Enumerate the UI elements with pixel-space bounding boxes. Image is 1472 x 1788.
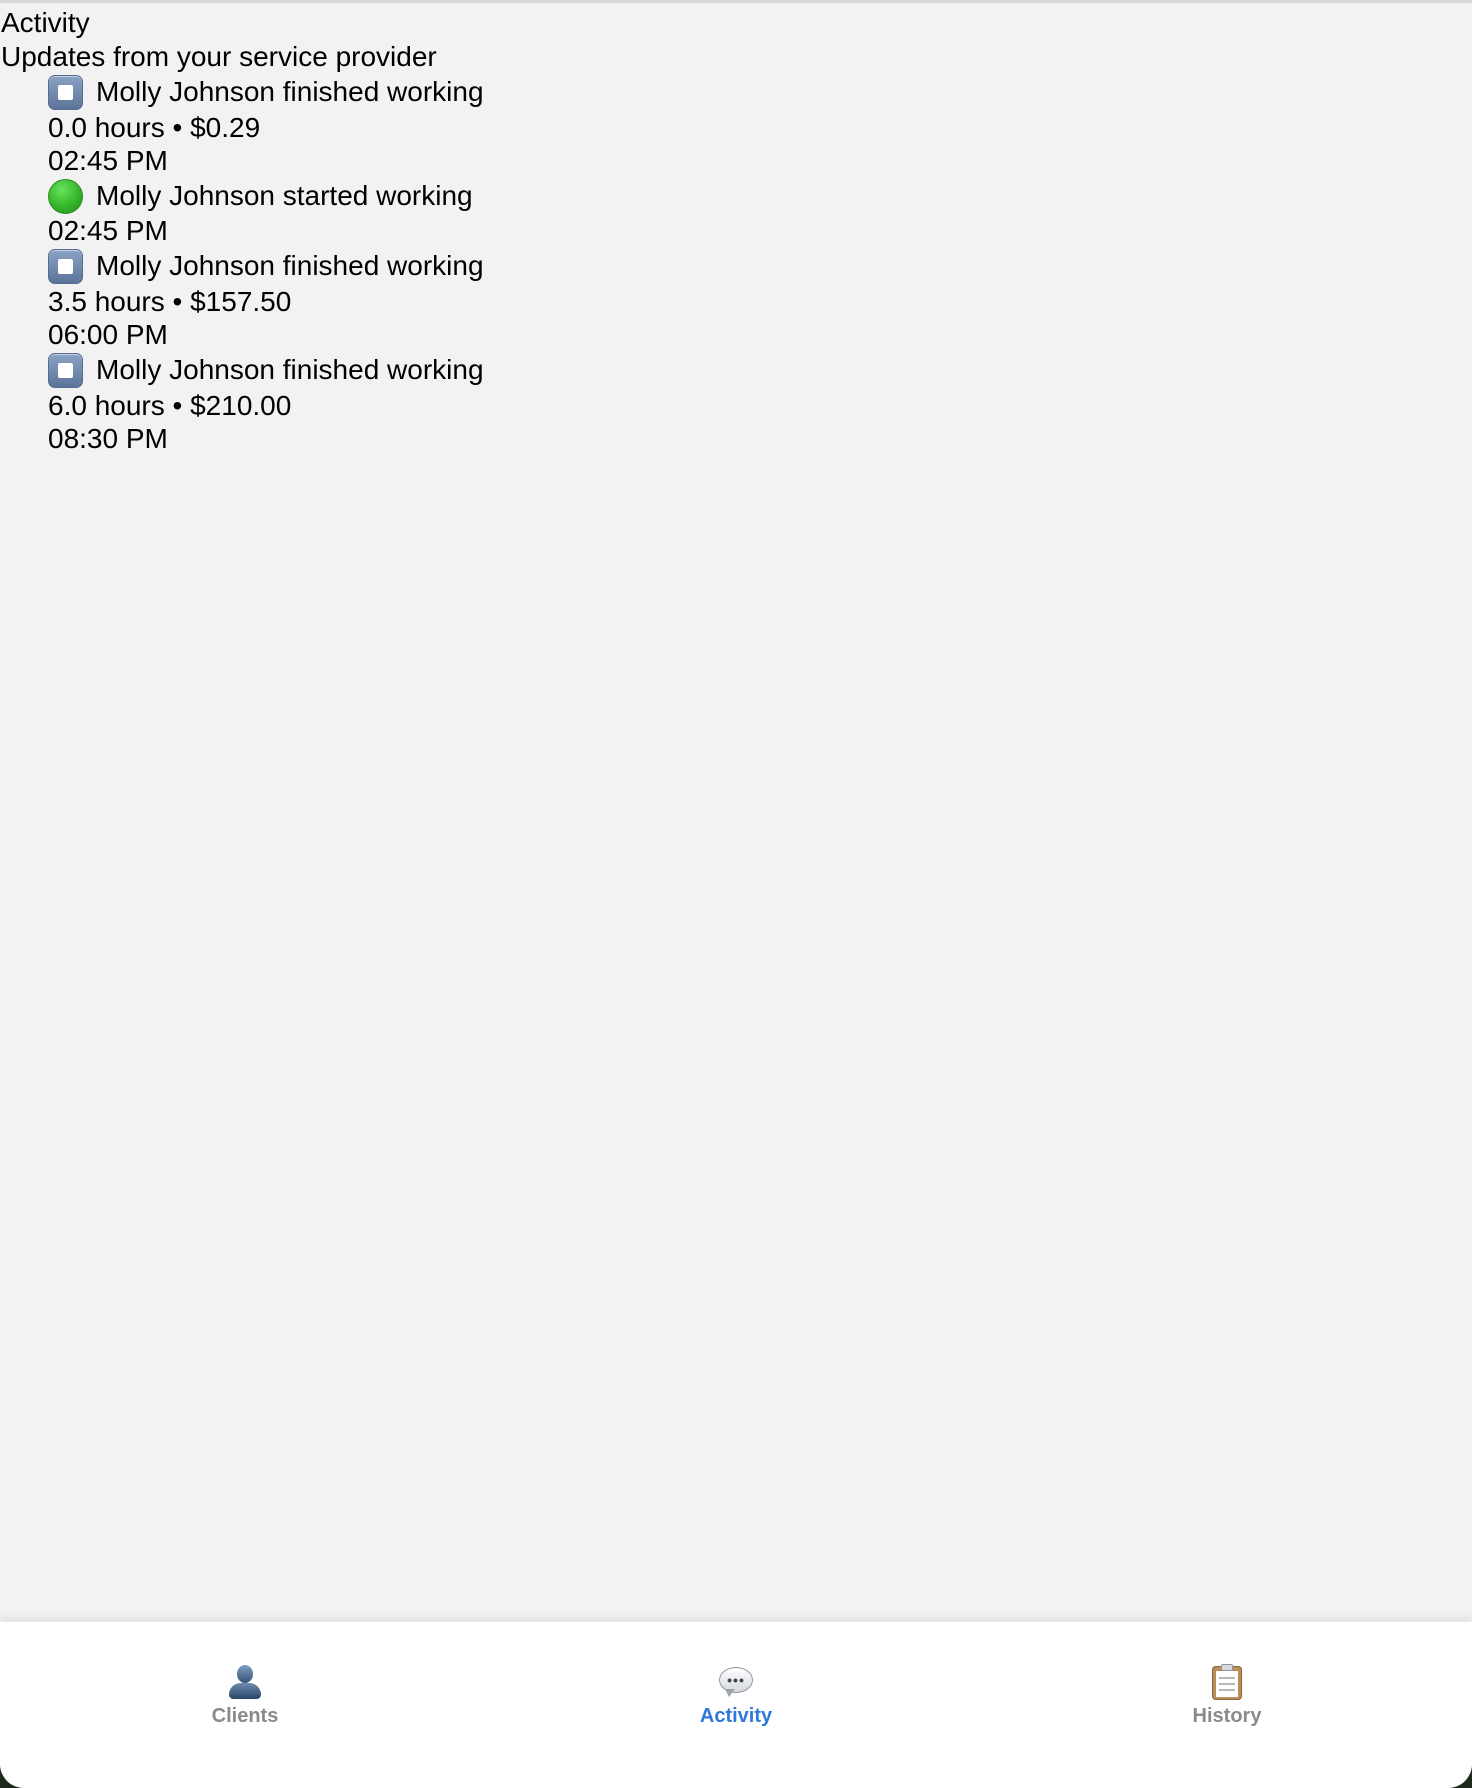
page-subtitle: Updates from your service provider: [1, 41, 437, 72]
tab-clients[interactable]: Clients: [165, 1663, 325, 1728]
chat-bubble-icon: •••: [717, 1663, 755, 1701]
activity-message: Molly Johnson started working: [96, 180, 473, 211]
page-title: Activity: [1, 7, 90, 38]
activity-meta: 6.0 hours • $210.00: [48, 390, 292, 421]
activity-message: Molly Johnson finished working: [96, 354, 484, 385]
activity-time: 06:00 PM: [48, 319, 168, 350]
activity-entry-header: Molly Johnson finished working: [48, 352, 1472, 388]
stop-icon: [48, 74, 83, 110]
activity-entry: Molly Johnson finished working 0.0 hours…: [48, 74, 1472, 178]
activity-message: Molly Johnson finished working: [96, 250, 484, 281]
tab-history[interactable]: History: [1147, 1663, 1307, 1728]
clipboard-icon: [1208, 1663, 1246, 1701]
activity-entry: Molly Johnson finished working 3.5 hours…: [48, 248, 1472, 352]
activity-time: 02:45 PM: [48, 215, 168, 246]
activity-time: 08:30 PM: [48, 423, 168, 454]
tab-activity[interactable]: ••• Activity: [656, 1663, 816, 1728]
person-icon: [226, 1663, 264, 1701]
tab-label-clients: Clients: [211, 1705, 279, 1727]
activity-feed: Molly Johnson finished working 0.0 hours…: [48, 74, 1472, 456]
tab-label-history: History: [1192, 1705, 1262, 1727]
activity-time: 02:45 PM: [48, 145, 168, 176]
activity-entry: Molly Johnson started working 02:45 PM: [48, 178, 1472, 248]
activity-meta: 3.5 hours • $157.50: [48, 286, 292, 317]
activity-meta: 0.0 hours • $0.29: [48, 112, 261, 143]
stop-icon: [48, 352, 83, 388]
activity-entry-header: Molly Johnson finished working: [48, 248, 1472, 284]
stop-icon: [48, 248, 83, 284]
activity-entry-header: Molly Johnson finished working: [48, 74, 1472, 110]
activity-header: Activity Updates from your service provi…: [0, 3, 1472, 74]
green-circle-icon: [48, 178, 83, 214]
activity-entry: Molly Johnson finished working 6.0 hours…: [48, 352, 1472, 456]
tab-label-activity: Activity: [699, 1705, 773, 1727]
activity-screen: Activity Updates from your service provi…: [0, 0, 1472, 1788]
activity-message: Molly Johnson finished working: [96, 76, 484, 107]
activity-entry-header: Molly Johnson started working: [48, 178, 1472, 214]
bottom-tab-bar: Clients ••• Activity History: [0, 1621, 1472, 1788]
